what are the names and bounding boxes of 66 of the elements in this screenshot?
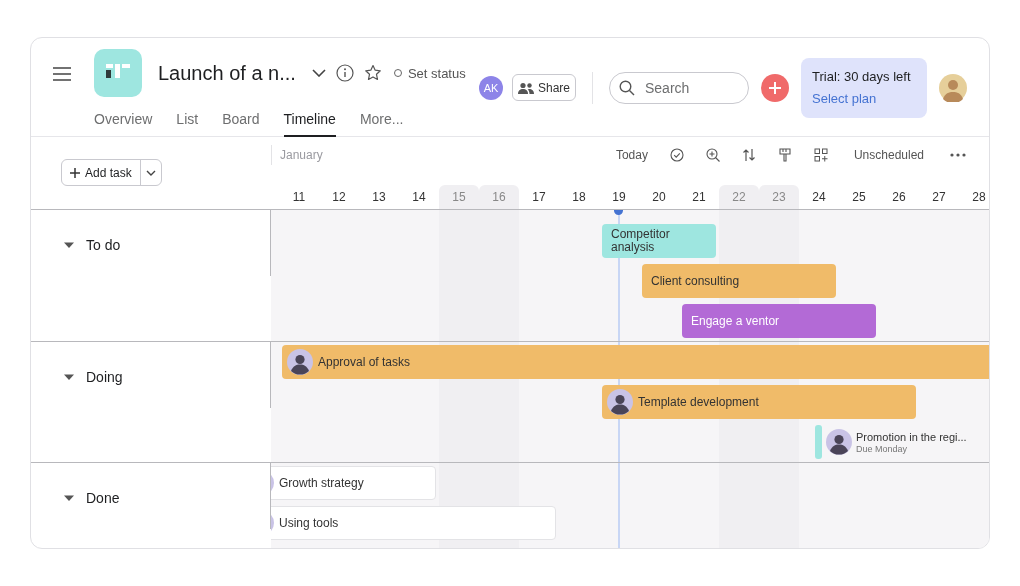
day-label: 20 [651,189,667,206]
task-title[interactable]: Promotion in the regi... [856,430,967,443]
set-status-button[interactable]: Set status [393,65,466,81]
day-label: 26 [891,189,907,206]
paint-roller-icon[interactable] [777,148,792,162]
add-task-button[interactable]: Add task [61,159,162,186]
day-label: 21 [691,189,707,206]
select-plan-link[interactable]: Select plan [812,90,916,106]
share-button[interactable]: Share [512,74,576,101]
tab[interactable]: Overview [94,108,153,137]
day-label: 15 [439,185,479,209]
info-icon[interactable] [335,64,354,82]
task-bar[interactable]: Using tools [271,506,556,540]
tab[interactable]: Timeline [283,108,336,137]
project-title: Launch of a n... [158,61,296,85]
star-icon[interactable] [363,64,382,82]
day-label: 23 [759,185,799,209]
more-icon[interactable] [950,153,966,157]
caret-icon[interactable] [64,493,74,503]
search-icon [619,79,635,96]
unscheduled-button[interactable]: Unscheduled [853,148,924,162]
caret-icon[interactable] [64,372,74,382]
day-label: 12 [331,189,347,206]
plus-icon [70,167,80,178]
day-label: 11 [291,189,307,206]
tab[interactable]: List [176,108,199,137]
task-bar[interactable]: Template development [602,385,916,419]
grid-plus-icon[interactable] [813,148,828,162]
search-field[interactable]: Search [609,71,749,104]
people-icon [518,81,534,94]
user-avatar[interactable] [939,73,967,102]
day-label: 25 [851,189,867,206]
day-label: 13 [371,189,387,206]
task-bar[interactable]: Client consulting [642,264,836,298]
day-label: 19 [611,189,627,206]
day-label: 17 [531,189,547,206]
day-label: 16 [479,185,519,209]
due-date: Due Monday [856,443,909,454]
add-icon[interactable] [761,73,789,102]
check-circle-icon[interactable] [669,148,684,162]
project-logo [94,49,142,97]
menu-icon[interactable] [53,67,71,81]
day-label: 22 [719,185,759,209]
day-label: 28 [971,189,987,206]
task-bar[interactable]: Growth strategy [271,466,436,500]
month-label: January [271,145,323,165]
group-name: Done [86,491,120,505]
today-button[interactable]: Today [615,148,648,162]
tab[interactable]: Board [222,108,260,137]
tab[interactable]: More... [359,108,404,137]
day-label: 24 [811,189,827,206]
task-marker[interactable] [815,425,822,459]
caret-icon[interactable] [146,169,156,176]
chevron-down-icon[interactable] [311,69,326,77]
group-name: To do [86,238,121,252]
day-label: 14 [411,189,427,206]
zoom-in-icon[interactable] [705,148,720,162]
group-name: Doing [86,370,123,384]
caret-icon[interactable] [64,240,74,250]
sort-icon[interactable] [741,148,756,162]
day-label: 18 [571,189,587,206]
task-bar[interactable]: Approval of tasks [282,345,989,379]
trial-text: Trial: 30 days left [812,68,912,84]
task-bar[interactable]: Engage a ventor [682,304,876,338]
task-bar[interactable]: Competitor analysis [602,224,716,258]
day-label: 27 [931,189,947,206]
